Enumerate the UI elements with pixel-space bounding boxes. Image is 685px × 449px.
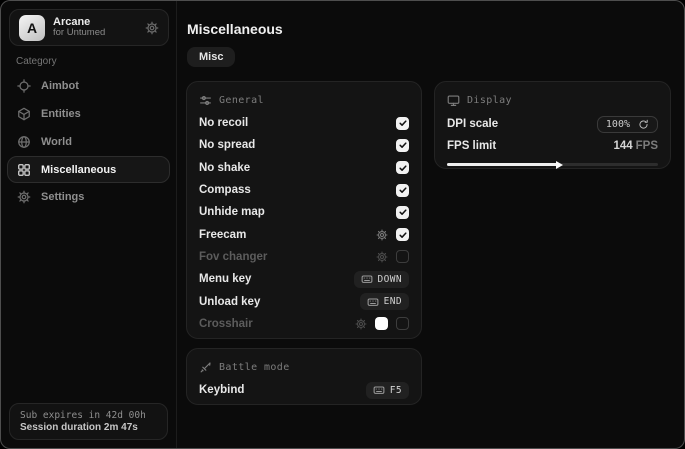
fov-changer-checkbox[interactable] — [396, 250, 409, 263]
row-label: Menu key — [199, 273, 251, 285]
sword-icon — [199, 361, 212, 374]
slider-fill — [447, 163, 559, 166]
row-label: FPS limit — [447, 140, 496, 152]
keyboard-icon — [367, 296, 379, 308]
setting-row-freecam: Freecam — [199, 223, 409, 245]
subscription-status-card: Sub expires in 42d 00h Session duration … — [9, 403, 168, 440]
cube-icon — [17, 107, 31, 121]
sidebar-item-label: Miscellaneous — [41, 164, 116, 176]
key-label: DOWN — [378, 274, 402, 285]
general-section: General No recoil No spread No shake Com… — [186, 81, 422, 339]
battle-mode-section: Battle mode Keybind F5 — [186, 348, 422, 405]
sidebar: A Arcane for Untumed Category Aimbot — [1, 1, 177, 448]
crosshair-icon — [17, 79, 31, 93]
crosshair-checkbox[interactable] — [396, 317, 409, 330]
setting-row-no-spread: No spread — [199, 134, 409, 156]
sidebar-item-world[interactable]: World — [1, 128, 176, 156]
refresh-icon[interactable] — [638, 119, 649, 130]
sub-expiry-text: Sub expires in 42d 00h — [20, 410, 157, 421]
session-duration-text: Session duration 2m 47s — [20, 422, 157, 433]
unload-key-binding[interactable]: END — [360, 293, 409, 310]
row-label: Unhide map — [199, 206, 265, 218]
fps-limit-row: FPS limit 144FPS — [447, 136, 658, 155]
battle-mode-section-header: Battle mode — [199, 361, 409, 374]
no-spread-checkbox[interactable] — [396, 139, 409, 152]
sidebar-item-miscellaneous[interactable]: Miscellaneous — [7, 156, 170, 183]
sidebar-item-settings[interactable]: Settings — [1, 183, 176, 211]
row-label: No shake — [199, 162, 250, 174]
row-label: Freecam — [199, 229, 246, 241]
section-title: Display — [467, 95, 512, 106]
key-label: F5 — [390, 385, 402, 396]
sidebar-item-label: Aimbot — [41, 80, 79, 92]
row-label: No spread — [199, 139, 255, 151]
gear-icon[interactable] — [376, 229, 388, 241]
menu-key-binding[interactable]: DOWN — [354, 271, 409, 288]
gear-icon[interactable] — [376, 251, 388, 263]
setting-row-crosshair: Crosshair — [199, 313, 409, 335]
keyboard-icon — [373, 384, 385, 396]
unhide-map-checkbox[interactable] — [396, 206, 409, 219]
display-section: Display DPI scale 100% FPS limit 144FPS — [434, 81, 671, 169]
setting-row-fov-changer: Fov changer — [199, 246, 409, 268]
category-label: Category — [16, 56, 57, 67]
compass-checkbox[interactable] — [396, 184, 409, 197]
setting-row-no-shake: No shake — [199, 157, 409, 179]
section-title: Battle mode — [219, 362, 290, 373]
gear-icon[interactable] — [145, 21, 159, 35]
account-meta: Arcane for Untumed — [53, 16, 137, 40]
grid-icon — [17, 163, 31, 177]
globe-icon — [17, 135, 31, 149]
sidebar-item-label: Settings — [41, 191, 84, 203]
slider-thumb[interactable] — [556, 161, 563, 169]
fps-unit: FPS — [636, 140, 658, 152]
setting-row-unload-key: Unload key END — [199, 290, 409, 312]
row-label: Compass — [199, 184, 251, 196]
app-logo: A — [19, 15, 45, 41]
fps-limit-slider[interactable] — [447, 160, 658, 169]
account-card[interactable]: A Arcane for Untumed — [9, 9, 169, 46]
gear-icon — [17, 190, 31, 204]
sidebar-item-entities[interactable]: Entities — [1, 100, 176, 128]
main-content: Miscellaneous Misc General No recoil No … — [177, 1, 684, 448]
row-label: Keybind — [199, 384, 244, 396]
monitor-icon — [447, 94, 460, 107]
crosshair-color-swatch[interactable] — [375, 317, 388, 330]
dpi-scale-row: DPI scale 100% — [447, 112, 658, 136]
page-title: Miscellaneous — [187, 21, 283, 37]
app-window: A Arcane for Untumed Category Aimbot — [0, 0, 685, 449]
freecam-checkbox[interactable] — [396, 228, 409, 241]
sidebar-item-label: World — [41, 136, 72, 148]
app-subtitle: for Untumed — [53, 28, 137, 39]
section-title: General — [219, 95, 264, 106]
keybind-row: Keybind F5 — [199, 379, 409, 401]
general-section-header: General — [199, 94, 409, 107]
battle-keybind[interactable]: F5 — [366, 382, 409, 399]
row-label: Fov changer — [199, 251, 267, 263]
setting-row-menu-key: Menu key DOWN — [199, 268, 409, 290]
tab-misc[interactable]: Misc — [187, 47, 235, 67]
no-recoil-checkbox[interactable] — [396, 117, 409, 130]
setting-row-unhide-map: Unhide map — [199, 201, 409, 223]
sidebar-item-aimbot[interactable]: Aimbot — [1, 72, 176, 100]
row-label: No recoil — [199, 117, 248, 129]
row-label: DPI scale — [447, 118, 498, 130]
setting-row-compass: Compass — [199, 179, 409, 201]
dpi-scale-control[interactable]: 100% — [597, 116, 658, 133]
row-label: Crosshair — [199, 318, 253, 330]
display-section-header: Display — [447, 94, 658, 107]
gear-icon[interactable] — [355, 318, 367, 330]
dpi-value: 100% — [606, 119, 630, 130]
key-label: END — [384, 296, 402, 307]
sidebar-item-label: Entities — [41, 108, 81, 120]
row-label: Unload key — [199, 296, 260, 308]
setting-row-no-recoil: No recoil — [199, 112, 409, 134]
category-nav: Aimbot Entities World Miscellaneous — [1, 72, 176, 211]
sliders-icon — [199, 94, 212, 107]
fps-value: 144FPS — [613, 140, 658, 152]
no-shake-checkbox[interactable] — [396, 161, 409, 174]
keyboard-icon — [361, 273, 373, 285]
